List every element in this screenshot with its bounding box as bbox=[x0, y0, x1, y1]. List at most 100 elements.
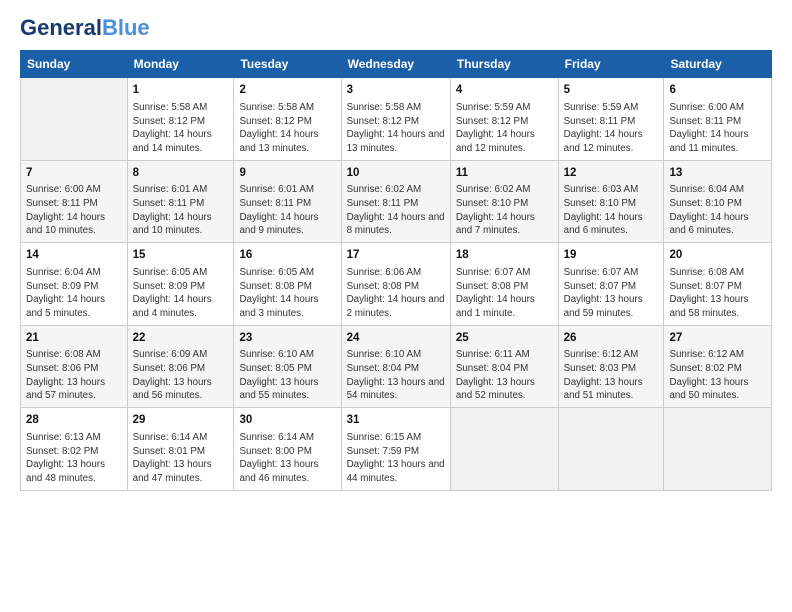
day-number: 18 bbox=[456, 247, 553, 264]
day-number: 6 bbox=[669, 82, 766, 99]
week-row-2: 7Sunrise: 6:00 AMSunset: 8:11 PMDaylight… bbox=[21, 160, 772, 242]
day-number: 16 bbox=[239, 247, 335, 264]
day-number: 10 bbox=[347, 165, 445, 182]
day-number: 20 bbox=[669, 247, 766, 264]
day-info: Sunrise: 5:59 AMSunset: 8:11 PMDaylight:… bbox=[564, 101, 659, 156]
day-info: Sunrise: 6:15 AMSunset: 7:59 PMDaylight:… bbox=[347, 431, 445, 486]
day-number: 28 bbox=[26, 412, 122, 429]
calendar-cell: 14 Sunrise: 6:04 AMSunset: 8:09 PMDayligh… bbox=[21, 243, 128, 325]
calendar-cell: 10Sunrise: 6:02 AMSunset: 8:11 PMDayligh… bbox=[341, 160, 450, 242]
day-info: Sunrise: 6:12 AMSunset: 8:03 PMDaylight:… bbox=[564, 348, 659, 403]
day-info: Sunrise: 6:02 AMSunset: 8:11 PMDaylight:… bbox=[347, 183, 445, 238]
col-header-saturday: Saturday bbox=[664, 51, 772, 78]
calendar-cell: 18 Sunrise: 6:07 AMSunset: 8:08 PMDayligh… bbox=[450, 243, 558, 325]
day-number: 1 bbox=[133, 82, 229, 99]
col-header-wednesday: Wednesday bbox=[341, 51, 450, 78]
day-number: 26 bbox=[564, 330, 659, 347]
calendar-cell: 16Sunrise: 6:05 AMSunset: 8:08 PMDayligh… bbox=[234, 243, 341, 325]
logo: GeneralBlue bbox=[20, 16, 150, 40]
calendar-cell: 5 Sunrise: 5:59 AMSunset: 8:11 PMDaylight… bbox=[558, 78, 664, 160]
day-info: Sunrise: 6:06 AMSunset: 8:08 PMDaylight:… bbox=[347, 266, 445, 321]
day-info: Sunrise: 6:09 AMSunset: 8:06 PMDaylight:… bbox=[133, 348, 229, 403]
day-info: Sunrise: 6:07 AMSunset: 8:08 PMDaylight:… bbox=[456, 266, 553, 321]
calendar-cell: 2 Sunrise: 5:58 AMSunset: 8:12 PMDaylight… bbox=[234, 78, 341, 160]
col-header-sunday: Sunday bbox=[21, 51, 128, 78]
day-number: 3 bbox=[347, 82, 445, 99]
day-info: Sunrise: 6:08 AMSunset: 8:07 PMDaylight:… bbox=[669, 266, 766, 321]
day-number: 23 bbox=[239, 330, 335, 347]
day-number: 22 bbox=[133, 330, 229, 347]
day-number: 29 bbox=[133, 412, 229, 429]
calendar-header: SundayMondayTuesdayWednesdayThursdayFrid… bbox=[21, 51, 772, 78]
day-info: Sunrise: 5:58 AMSunset: 8:12 PMDaylight:… bbox=[133, 101, 229, 156]
day-info: Sunrise: 5:58 AMSunset: 8:12 PMDaylight:… bbox=[347, 101, 445, 156]
logo-blue: Blue bbox=[102, 15, 150, 40]
day-number: 2 bbox=[239, 82, 335, 99]
calendar-cell: 28 Sunrise: 6:13 AMSunset: 8:02 PMDayligh… bbox=[21, 408, 128, 490]
calendar-table: SundayMondayTuesdayWednesdayThursdayFrid… bbox=[20, 50, 772, 490]
day-info: Sunrise: 6:00 AMSunset: 8:11 PMDaylight:… bbox=[669, 101, 766, 156]
day-info: Sunrise: 6:04 AMSunset: 8:10 PMDaylight:… bbox=[669, 183, 766, 238]
calendar-cell: 9Sunrise: 6:01 AMSunset: 8:11 PMDaylight… bbox=[234, 160, 341, 242]
day-info: Sunrise: 6:13 AMSunset: 8:02 PMDaylight:… bbox=[26, 431, 122, 486]
day-info: Sunrise: 6:08 AMSunset: 8:06 PMDaylight:… bbox=[26, 348, 122, 403]
day-info: Sunrise: 5:59 AMSunset: 8:12 PMDaylight:… bbox=[456, 101, 553, 156]
day-number: 27 bbox=[669, 330, 766, 347]
calendar-cell bbox=[21, 78, 128, 160]
calendar-cell bbox=[664, 408, 772, 490]
calendar-cell: 22Sunrise: 6:09 AMSunset: 8:06 PMDayligh… bbox=[127, 325, 234, 407]
calendar-cell: 7Sunrise: 6:00 AMSunset: 8:11 PMDaylight… bbox=[21, 160, 128, 242]
calendar-cell: 1 Sunrise: 5:58 AMSunset: 8:12 PMDaylight… bbox=[127, 78, 234, 160]
calendar-cell bbox=[450, 408, 558, 490]
day-info: Sunrise: 6:04 AMSunset: 8:09 PMDaylight:… bbox=[26, 266, 122, 321]
calendar-cell: 6 Sunrise: 6:00 AMSunset: 8:11 PMDaylight… bbox=[664, 78, 772, 160]
calendar-cell: 26Sunrise: 6:12 AMSunset: 8:03 PMDayligh… bbox=[558, 325, 664, 407]
calendar-cell: 12Sunrise: 6:03 AMSunset: 8:10 PMDayligh… bbox=[558, 160, 664, 242]
calendar-cell: 20 Sunrise: 6:08 AMSunset: 8:07 PMDayligh… bbox=[664, 243, 772, 325]
day-info: Sunrise: 6:05 AMSunset: 8:09 PMDaylight:… bbox=[133, 266, 229, 321]
calendar-cell: 25Sunrise: 6:11 AMSunset: 8:04 PMDayligh… bbox=[450, 325, 558, 407]
calendar-cell: 17 Sunrise: 6:06 AMSunset: 8:08 PMDayligh… bbox=[341, 243, 450, 325]
day-number: 31 bbox=[347, 412, 445, 429]
day-info: Sunrise: 6:07 AMSunset: 8:07 PMDaylight:… bbox=[564, 266, 659, 321]
day-number: 19 bbox=[564, 247, 659, 264]
day-info: Sunrise: 6:12 AMSunset: 8:02 PMDaylight:… bbox=[669, 348, 766, 403]
day-number: 14 bbox=[26, 247, 122, 264]
day-number: 15 bbox=[133, 247, 229, 264]
col-header-friday: Friday bbox=[558, 51, 664, 78]
day-info: Sunrise: 6:03 AMSunset: 8:10 PMDaylight:… bbox=[564, 183, 659, 238]
week-row-5: 28 Sunrise: 6:13 AMSunset: 8:02 PMDayligh… bbox=[21, 408, 772, 490]
day-number: 21 bbox=[26, 330, 122, 347]
calendar-cell bbox=[558, 408, 664, 490]
calendar-cell: 3 Sunrise: 5:58 AMSunset: 8:12 PMDaylight… bbox=[341, 78, 450, 160]
col-header-monday: Monday bbox=[127, 51, 234, 78]
calendar-cell: 8Sunrise: 6:01 AMSunset: 8:11 PMDaylight… bbox=[127, 160, 234, 242]
day-number: 4 bbox=[456, 82, 553, 99]
day-info: Sunrise: 6:10 AMSunset: 8:05 PMDaylight:… bbox=[239, 348, 335, 403]
day-number: 25 bbox=[456, 330, 553, 347]
day-info: Sunrise: 6:00 AMSunset: 8:11 PMDaylight:… bbox=[26, 183, 122, 238]
day-number: 17 bbox=[347, 247, 445, 264]
calendar-cell: 19 Sunrise: 6:07 AMSunset: 8:07 PMDayligh… bbox=[558, 243, 664, 325]
calendar-cell: 24Sunrise: 6:10 AMSunset: 8:04 PMDayligh… bbox=[341, 325, 450, 407]
logo-text: GeneralBlue bbox=[20, 16, 150, 40]
calendar-cell: 29 Sunrise: 6:14 AMSunset: 8:01 PMDayligh… bbox=[127, 408, 234, 490]
day-info: Sunrise: 6:14 AMSunset: 8:00 PMDaylight:… bbox=[239, 431, 335, 486]
col-header-thursday: Thursday bbox=[450, 51, 558, 78]
col-header-tuesday: Tuesday bbox=[234, 51, 341, 78]
calendar-cell: 11Sunrise: 6:02 AMSunset: 8:10 PMDayligh… bbox=[450, 160, 558, 242]
day-number: 5 bbox=[564, 82, 659, 99]
day-info: Sunrise: 6:10 AMSunset: 8:04 PMDaylight:… bbox=[347, 348, 445, 403]
calendar-cell: 21Sunrise: 6:08 AMSunset: 8:06 PMDayligh… bbox=[21, 325, 128, 407]
day-number: 11 bbox=[456, 165, 553, 182]
calendar-cell: 23Sunrise: 6:10 AMSunset: 8:05 PMDayligh… bbox=[234, 325, 341, 407]
day-info: Sunrise: 6:14 AMSunset: 8:01 PMDaylight:… bbox=[133, 431, 229, 486]
day-number: 9 bbox=[239, 165, 335, 182]
day-info: Sunrise: 5:58 AMSunset: 8:12 PMDaylight:… bbox=[239, 101, 335, 156]
day-number: 7 bbox=[26, 165, 122, 182]
header: GeneralBlue bbox=[20, 16, 772, 40]
week-row-1: 1 Sunrise: 5:58 AMSunset: 8:12 PMDaylight… bbox=[21, 78, 772, 160]
day-info: Sunrise: 6:02 AMSunset: 8:10 PMDaylight:… bbox=[456, 183, 553, 238]
week-row-4: 21Sunrise: 6:08 AMSunset: 8:06 PMDayligh… bbox=[21, 325, 772, 407]
calendar-cell: 4 Sunrise: 5:59 AMSunset: 8:12 PMDaylight… bbox=[450, 78, 558, 160]
